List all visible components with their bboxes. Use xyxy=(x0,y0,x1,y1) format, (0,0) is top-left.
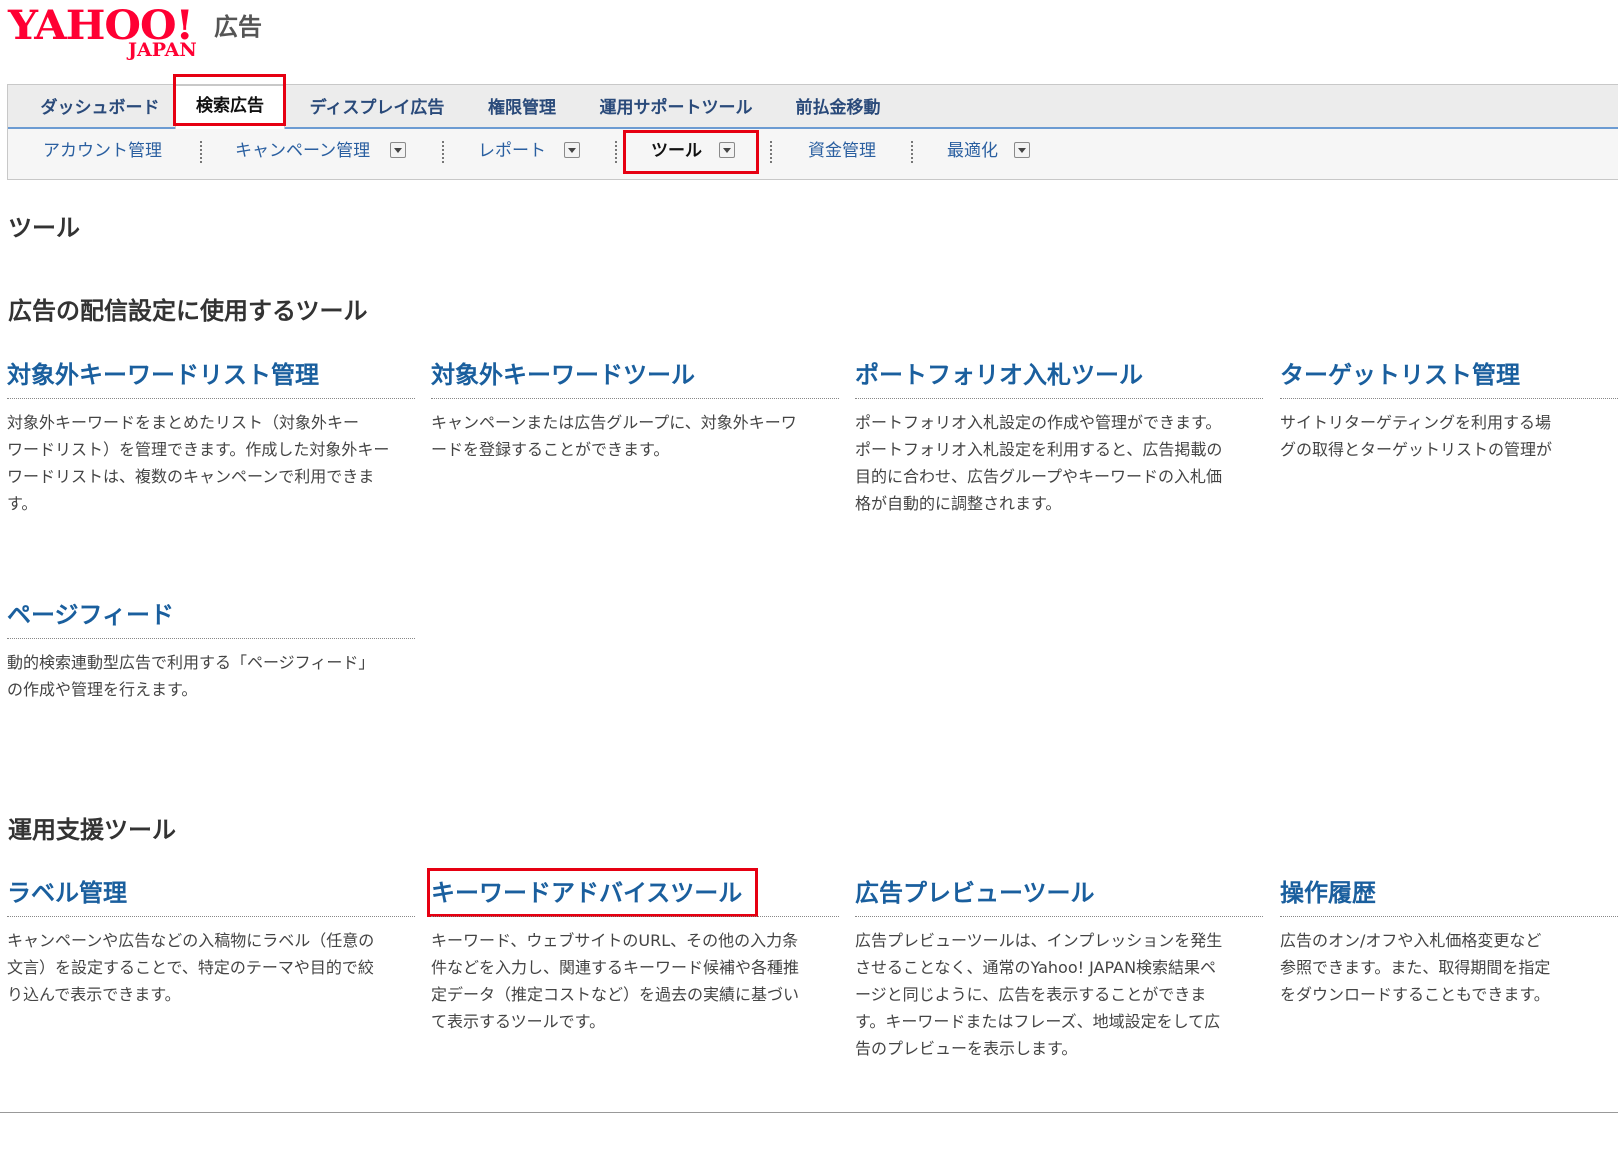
tool-description: サイトリターゲティングを利用する場 グの取得とターゲットリストの管理が xyxy=(1280,413,1553,459)
tool-description: 広告のオン/オフや入札価格変更など 参照できます。また、取得期間を指定 をダウン… xyxy=(1280,931,1551,1004)
tool-link-ad-preview[interactable]: 広告プレビューツール xyxy=(855,876,1263,917)
tab-permissions[interactable]: 権限管理 xyxy=(478,85,566,127)
section-title-support-tools: 運用支援ツール xyxy=(8,816,176,844)
menu-separator xyxy=(200,141,202,163)
tool-card: 対象外キーワードリスト管理 対象外キーワードをまとめたリスト（対象外キー ワード… xyxy=(7,358,415,517)
tool-link-page-feed[interactable]: ページフィード xyxy=(7,598,415,639)
tool-description: 動的検索連動型広告で利用する「ページフィード」 の作成や管理を行えます。 xyxy=(7,653,375,699)
sub-item-funds[interactable]: 資金管理 xyxy=(808,129,876,173)
tab-dashboard[interactable]: ダッシュボード xyxy=(20,85,180,127)
tool-description: キャンペーンまたは広告グループに、対象外キーワ ードを登録することができます。 xyxy=(431,413,797,459)
tool-card: 広告プレビューツール 広告プレビューツールは、インプレッションを発生 させること… xyxy=(855,876,1263,1062)
tool-link-operation-history[interactable]: 操作履歴 xyxy=(1280,876,1618,917)
tool-card: ターゲットリスト管理 サイトリターゲティングを利用する場 グの取得とターゲットリ… xyxy=(1280,358,1618,463)
tool-description: キーワード、ウェブサイトのURL、その他の入力条 件などを入力し、関連するキーワ… xyxy=(431,931,800,1031)
sub-item-optimize[interactable]: 最適化 xyxy=(947,129,998,173)
sub-menu: アカウント管理 キャンペーン管理 レポート ツール 資金管理 最適化 xyxy=(8,129,1618,179)
page-bottom-divider xyxy=(0,1112,1618,1113)
menu-separator xyxy=(770,141,772,163)
sub-item-report[interactable]: レポート xyxy=(478,129,546,173)
chevron-down-icon[interactable] xyxy=(719,142,735,158)
tool-link-negative-keyword-list[interactable]: 対象外キーワードリスト管理 xyxy=(7,358,415,399)
tool-link-label-management[interactable]: ラベル管理 xyxy=(7,876,415,917)
yahoo-ads-logo[interactable]: YAHOO! JAPAN 広告 xyxy=(8,4,308,61)
tool-description: 対象外キーワードをまとめたリスト（対象外キー ワードリスト）を管理できます。作成… xyxy=(7,413,390,513)
chevron-down-icon[interactable] xyxy=(564,142,580,158)
logo-product-text: 広告 xyxy=(214,13,262,41)
section-title-delivery-tools: 広告の配信設定に使用するツール xyxy=(8,297,368,325)
logo-japan-text: JAPAN xyxy=(128,39,197,61)
tool-card: ポートフォリオ入札ツール ポートフォリオ入札設定の作成や管理ができます。 ポート… xyxy=(855,358,1263,517)
tool-card: 対象外キーワードツール キャンペーンまたは広告グループに、対象外キーワ ードを登… xyxy=(431,358,839,463)
tool-card: ページフィード 動的検索連動型広告で利用する「ページフィード」 の作成や管理を行… xyxy=(7,598,415,703)
chevron-down-icon[interactable] xyxy=(390,142,406,158)
tab-display-ads[interactable]: ディスプレイ広告 xyxy=(298,85,456,127)
tool-link-negative-keyword-tool[interactable]: 対象外キーワードツール xyxy=(431,358,839,399)
tool-card: ラベル管理 キャンペーンや広告などの入稿物にラベル（任意の 文言）を設定すること… xyxy=(7,876,415,1008)
tool-link-portfolio-bidding[interactable]: ポートフォリオ入札ツール xyxy=(855,358,1263,399)
navigation: ダッシュボード 検索広告 ディスプレイ広告 権限管理 運用サポートツール 前払金… xyxy=(7,84,1618,180)
tool-card: キーワードアドバイスツール キーワード、ウェブサイトのURL、その他の入力条 件… xyxy=(431,876,839,1035)
tab-prepaid-transfer[interactable]: 前払金移動 xyxy=(786,85,890,127)
main-tabs: ダッシュボード 検索広告 ディスプレイ広告 権限管理 運用サポートツール 前払金… xyxy=(8,85,1618,129)
menu-separator xyxy=(911,141,913,163)
tool-link-keyword-advice[interactable]: キーワードアドバイスツール xyxy=(431,876,839,917)
menu-separator xyxy=(615,141,617,163)
tool-description: 広告プレビューツールは、インプレッションを発生 させることなく、通常のYahoo… xyxy=(855,931,1223,1058)
chevron-down-icon[interactable] xyxy=(1014,142,1030,158)
menu-separator xyxy=(442,141,444,163)
sub-item-campaign[interactable]: キャンペーン管理 xyxy=(235,129,370,173)
tool-description: キャンペーンや広告などの入稿物にラベル（任意の 文言）を設定することで、特定のテ… xyxy=(7,931,375,1004)
tab-support-tools[interactable]: 運用サポートツール xyxy=(590,85,762,127)
tool-description: ポートフォリオ入札設定の作成や管理ができます。 ポートフォリオ入札設定を利用する… xyxy=(855,413,1223,513)
tab-search-ads[interactable]: 検索広告 xyxy=(175,85,285,129)
sub-item-tools[interactable]: ツール xyxy=(651,129,702,173)
tool-card: 操作履歴 広告のオン/オフや入札価格変更など 参照できます。また、取得期間を指定… xyxy=(1280,876,1618,1008)
sub-item-account[interactable]: アカウント管理 xyxy=(43,129,162,173)
page-title: ツール xyxy=(8,214,80,242)
tool-link-target-list[interactable]: ターゲットリスト管理 xyxy=(1280,358,1618,399)
